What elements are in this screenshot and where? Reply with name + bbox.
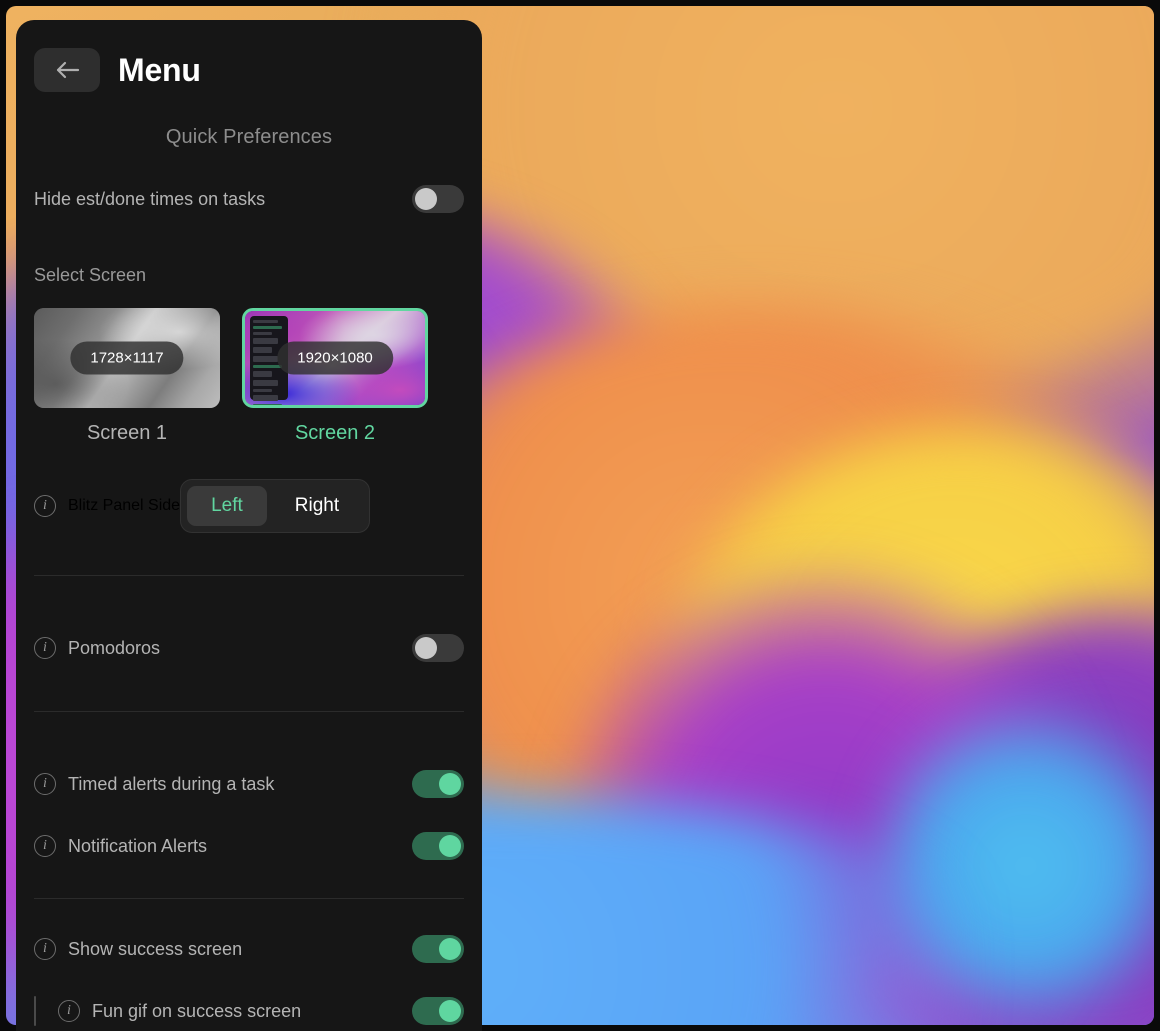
blitz-panel-side-segmented-control: Left Right bbox=[180, 479, 371, 533]
screen-2-resolution: 1920×1080 bbox=[277, 341, 393, 375]
show-success-screen-label: Show success screen bbox=[68, 938, 243, 959]
row-timed-alerts: i Timed alerts during a task bbox=[16, 764, 482, 804]
row-notification-alerts: i Notification Alerts bbox=[16, 826, 482, 866]
segment-right[interactable]: Right bbox=[271, 486, 363, 526]
toggle-knob bbox=[415, 188, 437, 210]
info-icon[interactable]: i bbox=[34, 773, 56, 795]
page-title: Menu bbox=[118, 51, 201, 88]
divider-3 bbox=[34, 898, 464, 899]
pomodoros-toggle[interactable] bbox=[412, 634, 464, 662]
screen-option-1[interactable]: 1728×1117 Screen 1 bbox=[34, 308, 220, 445]
select-screen-label: Select Screen bbox=[34, 265, 147, 285]
screen-2-thumbnail[interactable]: 1920×1080 bbox=[242, 308, 428, 408]
info-icon[interactable]: i bbox=[34, 835, 56, 857]
timed-alerts-toggle[interactable] bbox=[412, 770, 464, 798]
pomodoros-label: Pomodoros bbox=[68, 637, 161, 658]
quick-preferences-panel: Menu Quick Preferences Hide est/done tim… bbox=[16, 20, 482, 1031]
info-icon[interactable]: i bbox=[34, 938, 56, 960]
nesting-indent-bar bbox=[34, 996, 36, 1026]
fun-gif-label: Fun gif on success screen bbox=[92, 1000, 302, 1021]
toggle-knob bbox=[439, 773, 461, 795]
info-icon[interactable]: i bbox=[34, 637, 56, 659]
segment-left[interactable]: Left bbox=[187, 486, 267, 526]
row-fun-gif: i Fun gif on success screen bbox=[16, 991, 482, 1031]
notification-alerts-toggle[interactable] bbox=[412, 832, 464, 860]
show-success-screen-toggle[interactable] bbox=[412, 935, 464, 963]
screen-1-thumbnail[interactable]: 1728×1117 bbox=[34, 308, 220, 408]
screen-selector: 1728×1117 Screen 1 1920×1080 Screen 2 bbox=[16, 308, 482, 445]
section-title: Quick Preferences bbox=[165, 126, 333, 148]
hide-times-toggle[interactable] bbox=[412, 185, 464, 213]
fun-gif-toggle[interactable] bbox=[412, 997, 464, 1025]
back-button[interactable] bbox=[34, 48, 100, 92]
arrow-left-icon bbox=[54, 60, 80, 80]
hide-times-label: Hide est/done times on tasks bbox=[34, 188, 266, 209]
info-icon[interactable]: i bbox=[58, 1000, 80, 1022]
row-pomodoros: i Pomodoros bbox=[16, 628, 482, 668]
screen-2-label: Screen 2 bbox=[294, 422, 376, 444]
screen-option-2[interactable]: 1920×1080 Screen 2 bbox=[242, 308, 428, 445]
toggle-knob bbox=[439, 1000, 461, 1022]
toggle-knob bbox=[415, 637, 437, 659]
screen-1-resolution: 1728×1117 bbox=[70, 341, 184, 375]
toggle-knob bbox=[439, 835, 461, 857]
divider-1 bbox=[34, 575, 464, 576]
row-blitz-panel-side: i Blitz Panel Side Left Right bbox=[16, 479, 482, 533]
timed-alerts-label: Timed alerts during a task bbox=[68, 773, 275, 794]
info-icon[interactable]: i bbox=[34, 495, 56, 517]
blitz-panel-side-label: Blitz Panel Side bbox=[68, 497, 181, 514]
row-show-success-screen: i Show success screen bbox=[16, 929, 482, 969]
row-hide-times: Hide est/done times on tasks bbox=[16, 179, 482, 219]
panel-header: Menu bbox=[16, 20, 482, 92]
notification-alerts-label: Notification Alerts bbox=[68, 835, 208, 856]
divider-2 bbox=[34, 711, 464, 712]
toggle-knob bbox=[439, 938, 461, 960]
screen-1-label: Screen 1 bbox=[86, 422, 168, 444]
